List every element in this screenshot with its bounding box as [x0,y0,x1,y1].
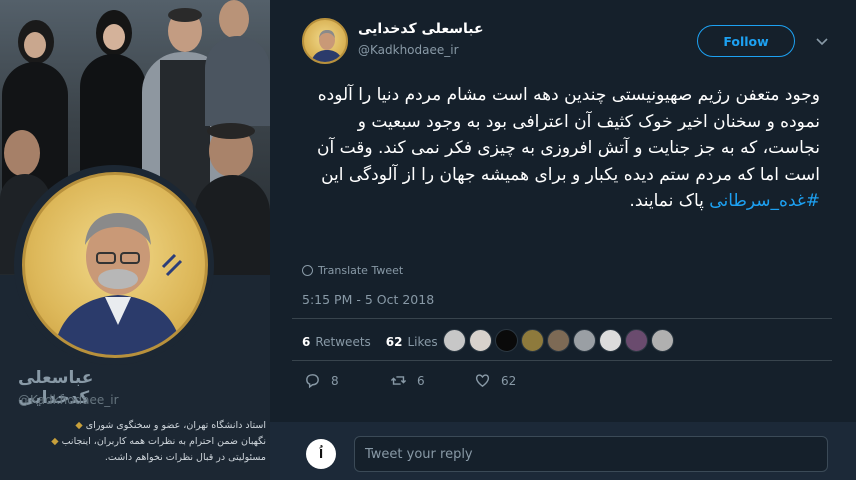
reply-input[interactable]: Tweet your reply [354,436,828,472]
liker-avatars [443,329,674,352]
likes-count[interactable]: 62 [386,335,403,349]
tweet-author-handle[interactable]: @Kadkhodaee_ir [358,43,459,57]
tweet-stats: 6 Retweets 62 Likes [302,335,438,349]
reply-count: 8 [331,373,339,388]
bio-line-1: استاد دانشگاه تهران، عضو و سخنگوی شورای … [75,420,266,431]
retweet-action-count: 6 [417,373,425,388]
profile-sidebar: عباسعلی کدخدایی @Kadkhodaee_ir استاد دان… [0,0,270,480]
current-user-avatar[interactable]: اُ [306,439,336,469]
tweet-detail: عباسعلی کدخدایی @Kadkhodaee_ir Follow وج… [270,0,856,480]
translate-label: Translate Tweet [318,264,404,277]
tweet-timestamp[interactable]: 5:15 PM - 5 Oct 2018 [302,292,434,307]
retweets-count[interactable]: 6 [302,335,310,349]
liker-avatar[interactable] [495,329,518,352]
retweets-label[interactable]: Retweets [315,335,370,349]
translate-tweet-link[interactable]: Translate Tweet [302,264,403,277]
tweet-text-body: وجود متعفن رژیم صهیونیستی چندین دهه است … [316,85,820,185]
globe-icon [302,265,313,276]
liker-avatar[interactable] [651,329,674,352]
reply-icon [306,374,319,389]
tweet-author-avatar[interactable] [302,18,348,64]
tweet-author-name[interactable]: عباسعلی کدخدایی [358,21,484,37]
like-button[interactable]: 62 [474,372,554,389]
twitter-page: عباسعلی کدخدایی @Kadkhodaee_ir استاد دان… [0,0,856,480]
tweet-actions: 8 6 62 [304,372,554,389]
reply-composer: اُ Tweet your reply [270,422,856,480]
follow-button[interactable]: Follow [697,25,795,57]
liker-avatar[interactable] [521,329,544,352]
liker-avatar[interactable] [469,329,492,352]
liker-avatar[interactable] [599,329,622,352]
divider [292,318,832,319]
tweet-text: وجود متعفن رژیم صهیونیستی چندین دهه است … [298,82,820,215]
profile-avatar[interactable] [22,172,208,358]
heart-icon [475,374,490,388]
profile-bio: استاد دانشگاه تهران، عضو و سخنگوی شورای … [14,418,266,466]
liker-avatar[interactable] [547,329,570,352]
profile-handle: @Kadkhodaee_ir [18,393,119,407]
liker-avatar[interactable] [625,329,648,352]
like-action-count: 62 [501,373,517,388]
hashtag-link[interactable]: #غده_سرطانی [709,191,820,211]
liker-avatar[interactable] [443,329,466,352]
tweet-text-end: پاک نمایند. [629,191,710,211]
reply-button[interactable]: 8 [304,372,384,389]
bio-line-2: نگهبان ضمن احترام به نظرات همه کاربران، … [51,436,266,447]
tweet-author-portrait [310,30,344,62]
retweet-button[interactable]: 6 [390,372,470,389]
liker-avatar[interactable] [573,329,596,352]
retweet-icon [390,376,407,385]
likes-label[interactable]: Likes [408,335,438,349]
chevron-down-icon[interactable] [815,34,829,48]
divider [292,360,832,361]
bio-line-3: مسئولیتی در قبال نظرات نخواهم داشت. [104,452,266,463]
profile-avatar-portrait [53,213,183,355]
